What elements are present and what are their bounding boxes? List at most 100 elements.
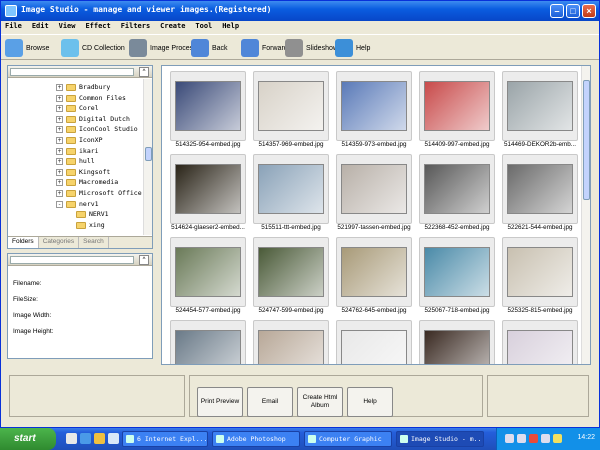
- ie-quicklaunch-icon[interactable]: [80, 433, 91, 444]
- tab-search[interactable]: Search: [79, 237, 109, 248]
- thumbnail-item[interactable]: 521997-tassen-embed.jpg: [336, 154, 412, 234]
- tray-network-icon[interactable]: [541, 434, 550, 443]
- tray-volume-icon[interactable]: [505, 434, 514, 443]
- tree-node[interactable]: +Tencent: [8, 230, 144, 232]
- thumbnail-image[interactable]: [258, 247, 324, 297]
- menu-create[interactable]: Create: [156, 21, 189, 30]
- collapse-panel-button[interactable]: ^: [139, 67, 149, 77]
- folder-quicklaunch-icon[interactable]: [94, 433, 105, 444]
- thumbnail-image[interactable]: [507, 247, 573, 297]
- thumbnail-image[interactable]: [258, 81, 324, 131]
- tree-node[interactable]: + IconCool Studio: [8, 124, 144, 135]
- tree-node[interactable]: + Bradbury: [8, 82, 144, 93]
- tree-node[interactable]: NERV1: [8, 209, 144, 220]
- thumbnail-frame[interactable]: [336, 320, 412, 364]
- thumbnail-frame[interactable]: [170, 320, 246, 364]
- thumbnail-item[interactable]: 525067-718-embed.jpg: [419, 237, 495, 317]
- create-html-album-button[interactable]: Create Html Album: [297, 387, 343, 417]
- tree-expander-icon[interactable]: +: [56, 94, 63, 102]
- taskbar-task-button[interactable]: 6 Internet Expl...: [122, 431, 208, 447]
- tree-node[interactable]: + Macromedia: [8, 177, 144, 188]
- thumbnail-item[interactable]: 524747-599-embed.jpg: [253, 237, 329, 317]
- thumbnail-item[interactable]: 522368-452-embed.jpg: [419, 154, 495, 234]
- menu-filters[interactable]: Filters: [117, 21, 155, 30]
- taskbar-task-button[interactable]: Computer Graphic: [304, 431, 392, 447]
- menu-tool[interactable]: Tool: [191, 21, 216, 30]
- tree-expander-icon[interactable]: +: [56, 179, 63, 187]
- thumbnail-image[interactable]: [175, 330, 241, 364]
- menu-help[interactable]: Help: [218, 21, 243, 30]
- taskbar-task-button[interactable]: Image Studio - m...: [396, 431, 484, 447]
- thumbnail-item[interactable]: 514359-973-embed.jpg: [336, 71, 412, 151]
- minimize-button[interactable]: –: [550, 4, 564, 18]
- thumbnail-item[interactable]: [336, 320, 412, 364]
- toolbar-back-button[interactable]: Back: [191, 38, 228, 58]
- thumbnail-frame[interactable]: [253, 71, 329, 141]
- thumbnail-image[interactable]: [507, 81, 573, 131]
- thumbnail-image[interactable]: [424, 247, 490, 297]
- thumbnail-image[interactable]: [341, 247, 407, 297]
- tree-node[interactable]: + Common Files: [8, 93, 144, 104]
- menu-view[interactable]: View: [55, 21, 80, 30]
- toolbar-cd-collection-button[interactable]: CD Collection: [61, 38, 125, 58]
- thumbnail-frame[interactable]: [170, 237, 246, 307]
- tray-help-icon[interactable]: [517, 434, 526, 443]
- thumbnail-frame[interactable]: [336, 71, 412, 141]
- start-button[interactable]: start: [0, 428, 56, 450]
- thumbnail-item[interactable]: [253, 320, 329, 364]
- thumbnail-frame[interactable]: [419, 154, 495, 224]
- tree-node[interactable]: + Digital Dutch: [8, 114, 144, 125]
- thumbnail-frame[interactable]: [419, 71, 495, 141]
- thumbnail-image[interactable]: [258, 330, 324, 364]
- menu-file[interactable]: File: [1, 21, 26, 30]
- thumbnail-item[interactable]: 522621-544-embed.jpg: [502, 154, 578, 234]
- toolbar-help-button[interactable]: Help: [335, 38, 370, 58]
- toolbar-forward-button[interactable]: Forward: [241, 38, 288, 58]
- tree-expander-icon[interactable]: +: [56, 158, 63, 166]
- toolbar-browse-button[interactable]: Browse: [5, 38, 49, 58]
- taskbar-task-button[interactable]: Adobe Photoshop: [212, 431, 300, 447]
- tab-folders[interactable]: Folders: [8, 237, 39, 248]
- thumbnail-frame[interactable]: [253, 320, 329, 364]
- path-field[interactable]: [10, 68, 134, 76]
- thumbnail-frame[interactable]: [170, 71, 246, 141]
- email-button[interactable]: Email: [247, 387, 293, 417]
- show-desktop-icon[interactable]: [66, 433, 77, 444]
- tree-node[interactable]: + hull: [8, 156, 144, 167]
- tray-security-icon[interactable]: [553, 434, 562, 443]
- tree-node[interactable]: + Microsoft Office: [8, 188, 144, 199]
- thumbnail-frame[interactable]: [502, 237, 578, 307]
- tree-expander-icon[interactable]: -: [56, 200, 63, 208]
- tree-expander-icon[interactable]: +: [56, 147, 63, 155]
- print-preview-button[interactable]: Print Preview: [197, 387, 243, 417]
- grid-scroll-thumb[interactable]: [583, 80, 590, 200]
- thumbnail-item[interactable]: 514357-969-embed.jpg: [253, 71, 329, 151]
- thumbnail-item[interactable]: 514409-997-embed.jpg: [419, 71, 495, 151]
- tree-expander-icon[interactable]: +: [56, 115, 63, 123]
- thumbnail-item[interactable]: 524454-577-embed.jpg: [170, 237, 246, 317]
- tree-expander-icon[interactable]: +: [56, 105, 63, 113]
- thumbnail-item[interactable]: [419, 320, 495, 364]
- thumbnail-frame[interactable]: [419, 237, 495, 307]
- tree-scroll-thumb[interactable]: [145, 147, 152, 161]
- toolbar-slideshow-button[interactable]: Slideshow: [285, 38, 338, 58]
- thumbnail-image[interactable]: [175, 164, 241, 214]
- thumbnail-frame[interactable]: [336, 154, 412, 224]
- tree-expander-icon[interactable]: +: [56, 126, 63, 134]
- thumbnail-item[interactable]: 525325-815-embed.jpg: [502, 237, 578, 317]
- thumbnail-frame[interactable]: [502, 320, 578, 364]
- thumbnail-frame[interactable]: [336, 237, 412, 307]
- thumbnail-image[interactable]: [341, 81, 407, 131]
- thumbnail-image[interactable]: [258, 164, 324, 214]
- title-bar[interactable]: Image Studio - manage and viewer images.…: [1, 1, 599, 21]
- tree-node[interactable]: - nerv1: [8, 199, 144, 210]
- thumbnail-frame[interactable]: [502, 71, 578, 141]
- thumbnail-frame[interactable]: [253, 237, 329, 307]
- thumbnail-item[interactable]: [502, 320, 578, 364]
- tray-app-icon[interactable]: [529, 434, 538, 443]
- thumbnail-item[interactable]: [170, 320, 246, 364]
- thumbnail-image[interactable]: [341, 330, 407, 364]
- tree-node[interactable]: + ikari: [8, 146, 144, 157]
- tree-node[interactable]: + Corel: [8, 103, 144, 114]
- toolbar-image-process-button[interactable]: Image Process: [129, 38, 197, 58]
